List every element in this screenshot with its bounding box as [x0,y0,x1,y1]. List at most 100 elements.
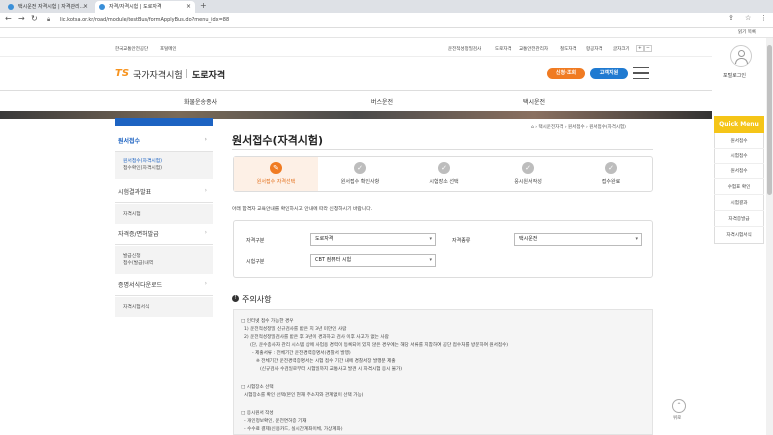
page-title: 원서접수(자격시험) [232,134,324,147]
step-5: ✓ 접수완료 [570,157,652,191]
caution-line: □ 인터넷 접수 가능한 경우 [241,319,294,324]
chevron-right-icon: › [204,229,207,236]
gnb-item-taxi[interactable]: 택시운전 [523,97,545,106]
util-link[interactable]: 항공자격 [586,46,603,52]
share-icon[interactable]: ⇪ [728,14,734,22]
sidebar-submenu: 자격시험서식 [115,297,213,317]
quick-menu-item[interactable]: 시험접수 [714,149,764,164]
qual-type-label: 자격구분 [246,238,265,244]
menu-icon[interactable]: ⋮ [760,14,767,22]
select-value: 택시운전 [519,236,538,242]
caution-line: 1) 운전적성정밀 신규검사를 받은 지 3년 미만인 사람 [244,327,347,332]
quick-menu-item[interactable]: 자격시험서식 [714,228,764,243]
util-link[interactable]: 운전적성정밀검사 [448,46,481,52]
check-icon: ✓ [605,162,617,174]
exam-type-select[interactable]: CBT 컴퓨터 시험 ▾ [310,254,436,267]
top-button-label[interactable]: 위로 [673,415,681,421]
apply-lookup-button[interactable]: 신청·조회 [547,68,585,79]
font-minus-button[interactable]: − [644,45,652,52]
title-divider [232,149,653,150]
sidebar-sub-item[interactable]: 발급신청 [123,252,213,259]
util-link[interactable]: 교통안전관리자 [519,46,548,52]
exam-type-label: 시험구분 [246,259,265,265]
new-tab-icon[interactable]: + [200,1,207,10]
sidebar-sub-item[interactable]: 접수확인(자격시험) [123,164,213,171]
check-icon: ✓ [354,162,366,174]
close-icon[interactable]: × [186,1,191,13]
step-label: 접수완료 [601,179,621,185]
step-4: ✓ 응시원서작성 [486,157,570,191]
caution-line: - 제출서류 : 전체기간 운전경력증명서(경찰서 발행) [252,351,351,356]
sidebar-submenu: 발급신청 접수(발급)내역 [115,246,213,274]
reading-list[interactable]: 읽기 목록 [738,29,756,35]
breadcrumb: ⌂ › 택시운전자격 › 원서접수 › 원서접수(자격시험) [531,125,626,130]
logo-text[interactable]: 국가자격시험 [133,68,183,81]
sidebar-sub-item[interactable]: 원서접수(자격시험) [123,157,213,164]
site-name[interactable]: 도로자격 [192,68,225,81]
chevron-right-icon: › [204,187,207,194]
breadcrumb-item: 원서접수(자격시험) [589,125,626,130]
quick-menu-item[interactable]: 시험결과 [714,196,764,211]
customer-support-button[interactable]: 고객지원 [590,68,628,79]
url-field[interactable]: lic.kotsa.or.kr/road/module/testBus/form… [50,15,700,26]
link-kotsa[interactable]: 한국교통안전공단 [115,46,148,52]
link-portal-main[interactable]: 포털메인 [160,46,177,52]
quick-menu-title: Quick Menu [714,116,764,133]
chevron-down-icon: ▾ [429,236,432,242]
chevron-down-icon: ▾ [635,236,638,242]
font-size-control[interactable]: 글자크기 [613,46,630,52]
forward-icon[interactable]: → [18,14,25,23]
qualification-form: 자격구분 도로자격 ▾ 자격종류 택시운전 ▾ 시험구분 CBT 컴퓨터 시험 ▾ [233,220,653,278]
chevron-right-icon: › [204,136,207,143]
sidebar-item-forms[interactable]: 증명서식다운로드 › [115,280,213,296]
home-icon[interactable]: ⌂ [531,125,534,130]
font-plus-button[interactable]: + [636,45,644,52]
gnb-item-freight[interactable]: 화물운송종사 [184,97,217,106]
quick-menu-item[interactable]: 원서접수 [714,164,764,179]
pencil-icon: ✎ [270,162,282,174]
step-label: 시험장소 선택 [429,179,459,185]
header-banner-image [0,111,712,119]
quick-menu-item[interactable]: 자격증발급 [714,212,764,227]
breadcrumb-item[interactable]: 원서접수 [568,125,585,130]
browser-tab[interactable]: 택시운전 자격시험 | 자격관리... × [4,1,92,13]
star-icon[interactable]: ☆ [745,14,751,22]
sidebar-sub-item[interactable]: 자격시험서식 [123,303,213,310]
sidebar-item-results[interactable]: 시험결과발표 › [115,187,213,203]
sidebar-item-license[interactable]: 자격증/면허발급 › [115,229,213,245]
breadcrumb-item[interactable]: 택시운전자격 [539,125,564,130]
tab-title: 택시운전 자격시험 | 자격관리... [18,4,85,10]
caution-box: □ 인터넷 접수 가능한 경우 1) 운전적성정밀 신규검사를 받은 지 3년 … [233,309,653,435]
util-link[interactable]: 철도자격 [560,46,577,52]
browser-tab-active[interactable]: 자격/자격시험 | 도로자격 × [95,1,195,13]
sidebar-item-label: 증명서식다운로드 [118,282,163,289]
quick-menu-item[interactable]: 수험표 확인 [714,180,764,195]
quick-menu-item[interactable]: 원서접수 [714,134,764,149]
select-value: CBT 컴퓨터 시험 [315,257,352,263]
sidebar-item-application[interactable]: 원서접수 › [115,136,213,152]
util-link[interactable]: 도로자격 [495,46,512,52]
back-icon[interactable]: ← [5,14,12,23]
tab-favicon-icon [99,4,105,10]
chevron-up-icon[interactable]: ⌃ [672,399,686,413]
scrollbar-thumb[interactable] [767,45,772,195]
reload-icon[interactable]: ↻ [31,14,38,23]
select-value: 도로자격 [315,236,334,242]
caution-line: □ 시험장소 선택 [241,385,274,390]
gnb-item-bus[interactable]: 버스운전 [371,97,393,106]
tab-favicon-icon [8,4,14,10]
user-avatar-icon[interactable] [730,45,752,67]
portal-login-link[interactable]: 포털로그인 [723,72,746,79]
sidebar-item-label: 시험결과발표 [118,189,152,196]
close-icon[interactable]: × [83,1,88,13]
caution-line: - 개인정보확인, 운전면허증 기재 [244,419,307,424]
qual-type-select[interactable]: 도로자격 ▾ [310,233,436,246]
qual-kind-select[interactable]: 택시운전 ▾ [514,233,642,246]
logo-mark[interactable]: TS [115,68,129,79]
sidebar-sub-item[interactable]: 자격시험 [123,210,213,217]
hamburger-menu-icon[interactable] [633,67,649,79]
sidebar-sub-item[interactable]: 접수(발급)내역 [123,259,213,266]
caution-heading: 주의사항 [242,295,272,304]
sidebar-item-label: 원서접수 [118,138,141,145]
step-label: 원서접수 확인사항 [340,179,380,185]
